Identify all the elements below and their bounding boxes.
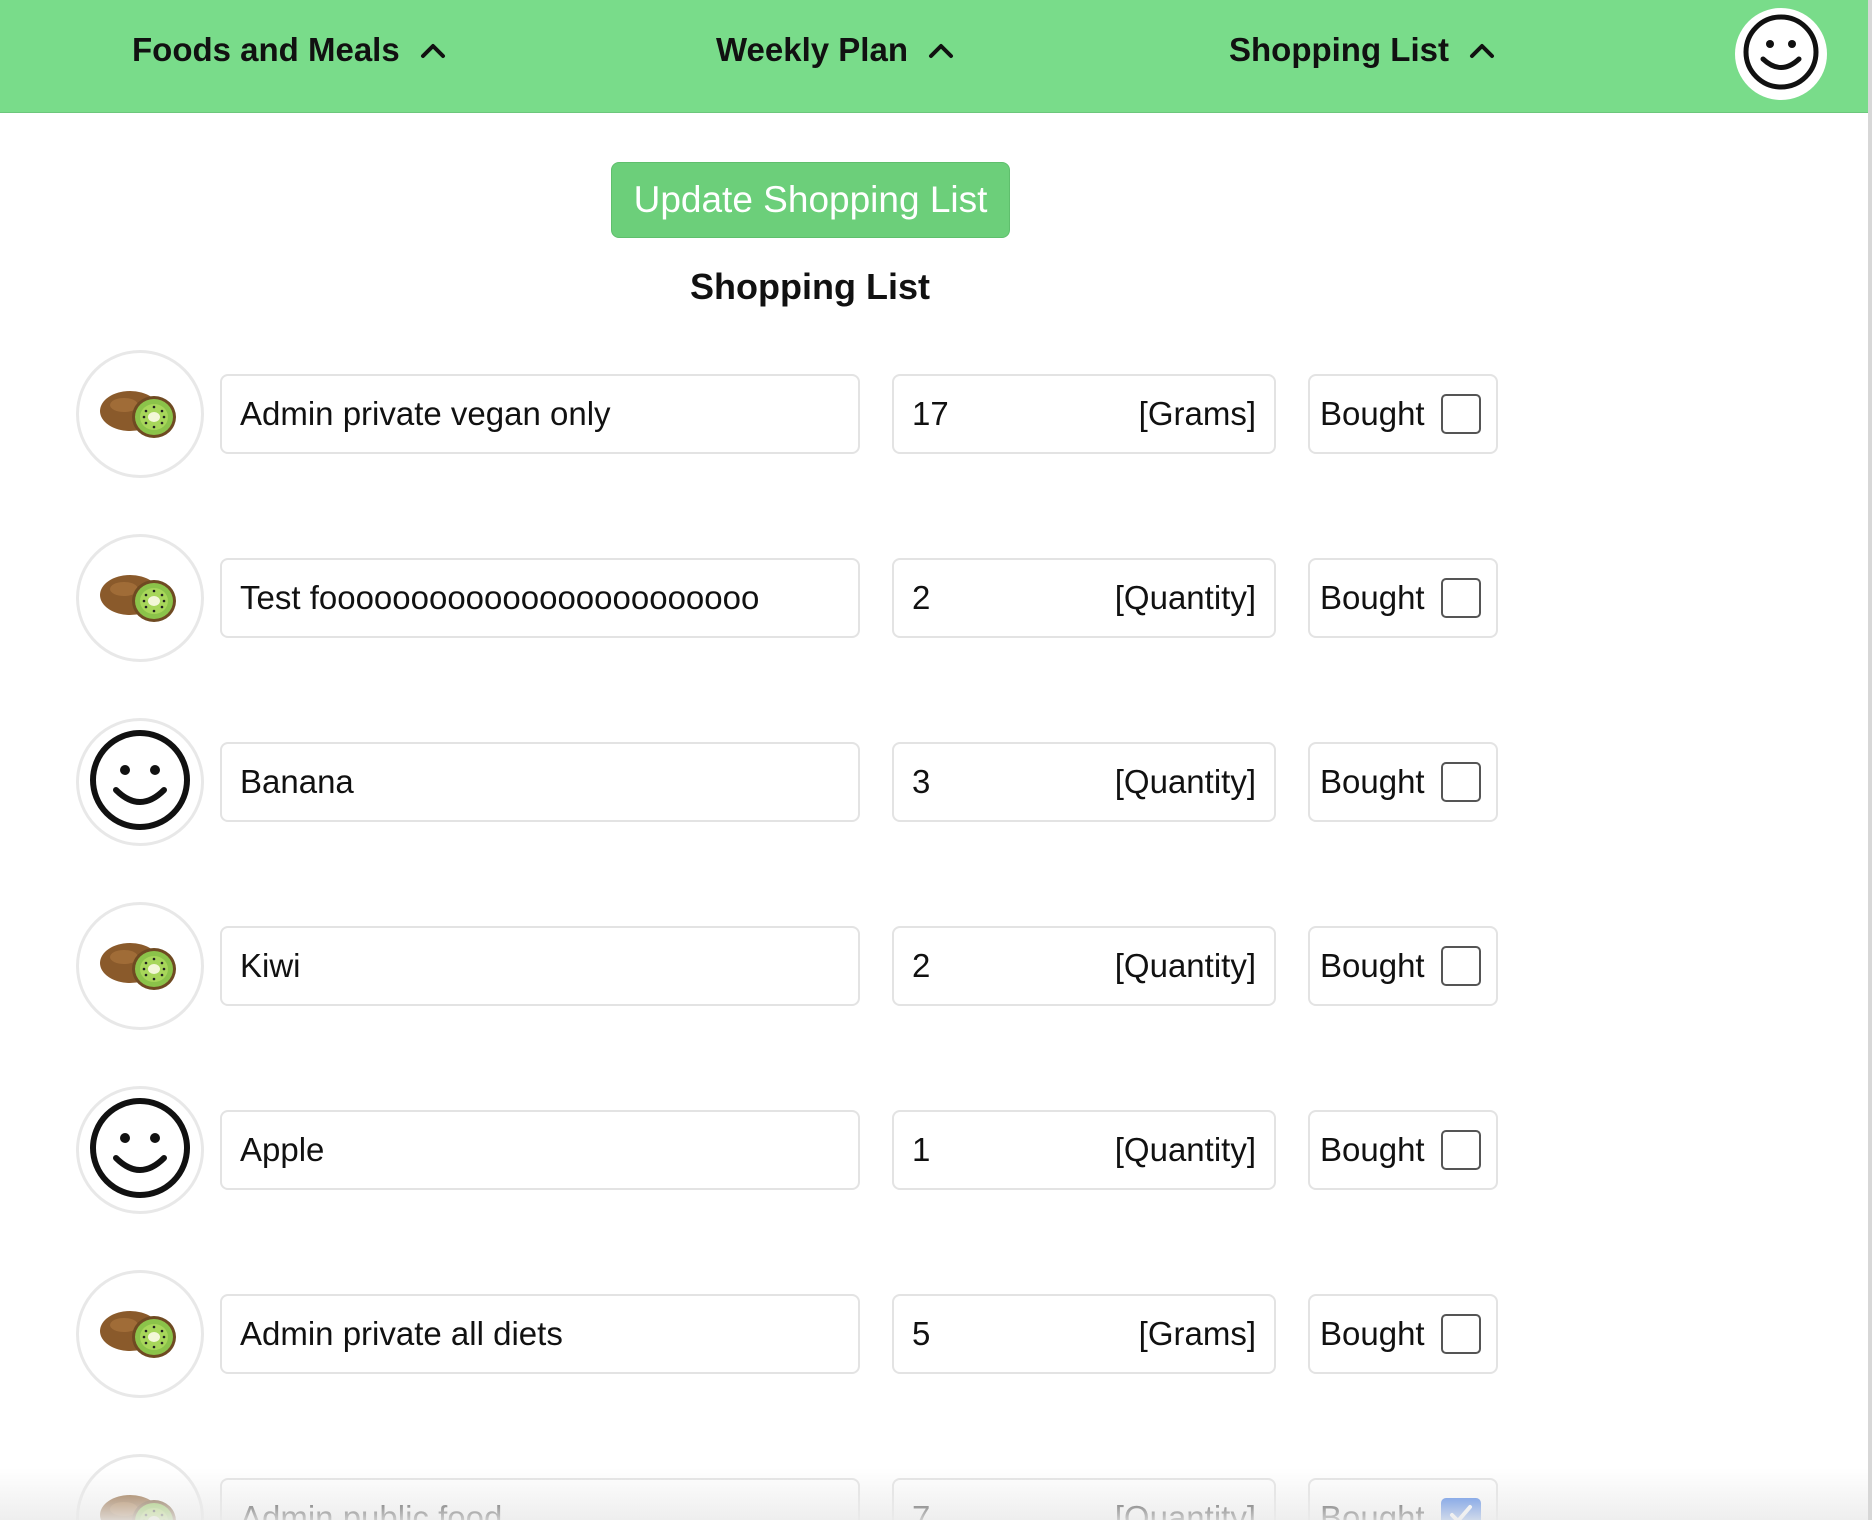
food-name-field[interactable]: Admin private all diets [220,1294,860,1374]
food-name: Apple [240,1131,325,1168]
food-thumbnail[interactable] [76,1454,204,1520]
nav-foods-and-meals[interactable]: Foods and Meals [132,0,448,100]
kiwi-image [94,565,186,632]
nav-shopping-list[interactable]: Shopping List [1229,0,1497,100]
bought-label: Bought [1320,947,1425,984]
food-name-field[interactable]: Test foooooooooooooooooooooooo [220,558,860,638]
kiwi-image [94,381,186,448]
list-item: Apple 1 [Quantity] Bought [0,1086,1600,1216]
food-thumbnail[interactable] [76,350,204,478]
quantity-value: 2 [912,579,931,616]
bought-toggle[interactable]: Bought [1308,1110,1498,1190]
list-item: Banana 3 [Quantity] Bought [0,718,1600,848]
kiwi-image [94,1485,186,1520]
bought-label: Bought [1320,1499,1425,1520]
quantity-value: 5 [912,1315,931,1352]
quantity-unit: [Quantity] [1114,1499,1256,1520]
bought-checkbox[interactable] [1440,1130,1481,1170]
food-name-field[interactable]: Kiwi [220,926,860,1006]
bought-toggle[interactable]: Bought [1308,926,1498,1006]
food-name: Banana [240,763,354,800]
food-name: Admin public food [240,1499,503,1520]
quantity-field[interactable]: 5 [Grams] [892,1294,1276,1374]
chevron-up-icon [926,35,956,65]
food-name: Admin private vegan only [240,395,611,432]
food-thumbnail[interactable] [76,1270,204,1398]
quantity-field[interactable]: 1 [Quantity] [892,1110,1276,1190]
quantity-unit: [Quantity] [1114,1131,1256,1168]
bought-label: Bought [1320,763,1425,800]
food-name-field[interactable]: Banana [220,742,860,822]
quantity-unit: [Quantity] [1114,763,1256,800]
bought-label: Bought [1320,1315,1425,1352]
scrollbar-edge [1868,0,1872,1520]
food-thumbnail[interactable] [76,534,204,662]
smiley-face-icon [88,728,192,837]
quantity-field[interactable]: 7 [Quantity] [892,1478,1276,1520]
kiwi-image [94,1301,186,1368]
user-avatar-button[interactable] [1735,8,1827,100]
list-item: Test foooooooooooooooooooooooo 2 [Quanti… [0,534,1600,664]
chevron-up-icon [418,35,448,65]
bought-checkbox[interactable] [1440,762,1481,802]
checkmark-icon [1446,1499,1476,1520]
food-name: Test foooooooooooooooooooooooo [240,579,760,616]
bought-toggle[interactable]: Bought [1308,374,1498,454]
quantity-unit: [Grams] [1138,395,1256,432]
update-shopping-list-button[interactable]: Update Shopping List [611,162,1010,238]
nav-label: Shopping List [1229,31,1449,68]
quantity-value: 7 [912,1499,931,1520]
bought-label: Bought [1320,579,1425,616]
page-title: Shopping List [690,266,930,307]
food-thumbnail[interactable] [76,902,204,1030]
smiley-face-icon [88,1096,192,1205]
top-navbar: Foods and Meals Weekly Plan Shopping Lis… [0,0,1868,113]
quantity-unit: [Quantity] [1114,579,1256,616]
bought-checkbox[interactable] [1440,1498,1481,1520]
quantity-unit: [Quantity] [1114,947,1256,984]
food-name-field[interactable]: Admin public food [220,1478,860,1520]
smiley-face-icon [1741,12,1821,97]
quantity-field[interactable]: 2 [Quantity] [892,926,1276,1006]
quantity-value: 3 [912,763,931,800]
quantity-field[interactable]: 2 [Quantity] [892,558,1276,638]
food-name-field[interactable]: Admin private vegan only [220,374,860,454]
nav-label: Weekly Plan [716,31,908,68]
list-item: Admin public food 7 [Quantity] Bought [0,1454,1600,1520]
bought-toggle[interactable]: Bought [1308,558,1498,638]
nav-label: Foods and Meals [132,31,400,68]
bought-checkbox[interactable] [1440,578,1481,618]
quantity-value: 2 [912,947,931,984]
list-item: Kiwi 2 [Quantity] Bought [0,902,1600,1032]
bought-label: Bought [1320,1131,1425,1168]
food-avatar[interactable] [76,718,204,846]
bought-checkbox[interactable] [1440,1314,1481,1354]
quantity-unit: [Grams] [1138,1315,1256,1352]
food-name-field[interactable]: Apple [220,1110,860,1190]
quantity-field[interactable]: 3 [Quantity] [892,742,1276,822]
quantity-field[interactable]: 17 [Grams] [892,374,1276,454]
food-name: Kiwi [240,947,301,984]
quantity-value: 1 [912,1131,931,1168]
bought-toggle[interactable]: Bought [1308,742,1498,822]
bought-label: Bought [1320,395,1425,432]
bought-checkbox[interactable] [1440,394,1481,434]
food-name: Admin private all diets [240,1315,563,1352]
quantity-value: 17 [912,395,949,432]
nav-weekly-plan[interactable]: Weekly Plan [716,0,956,100]
bought-toggle[interactable]: Bought [1308,1294,1498,1374]
bought-toggle[interactable]: Bought [1308,1478,1498,1520]
bought-checkbox[interactable] [1440,946,1481,986]
list-item: Admin private vegan only 17 [Grams] Boug… [0,350,1600,480]
list-item: Admin private all diets 5 [Grams] Bought [0,1270,1600,1400]
kiwi-image [94,933,186,1000]
chevron-up-icon [1467,35,1497,65]
food-avatar[interactable] [76,1086,204,1214]
